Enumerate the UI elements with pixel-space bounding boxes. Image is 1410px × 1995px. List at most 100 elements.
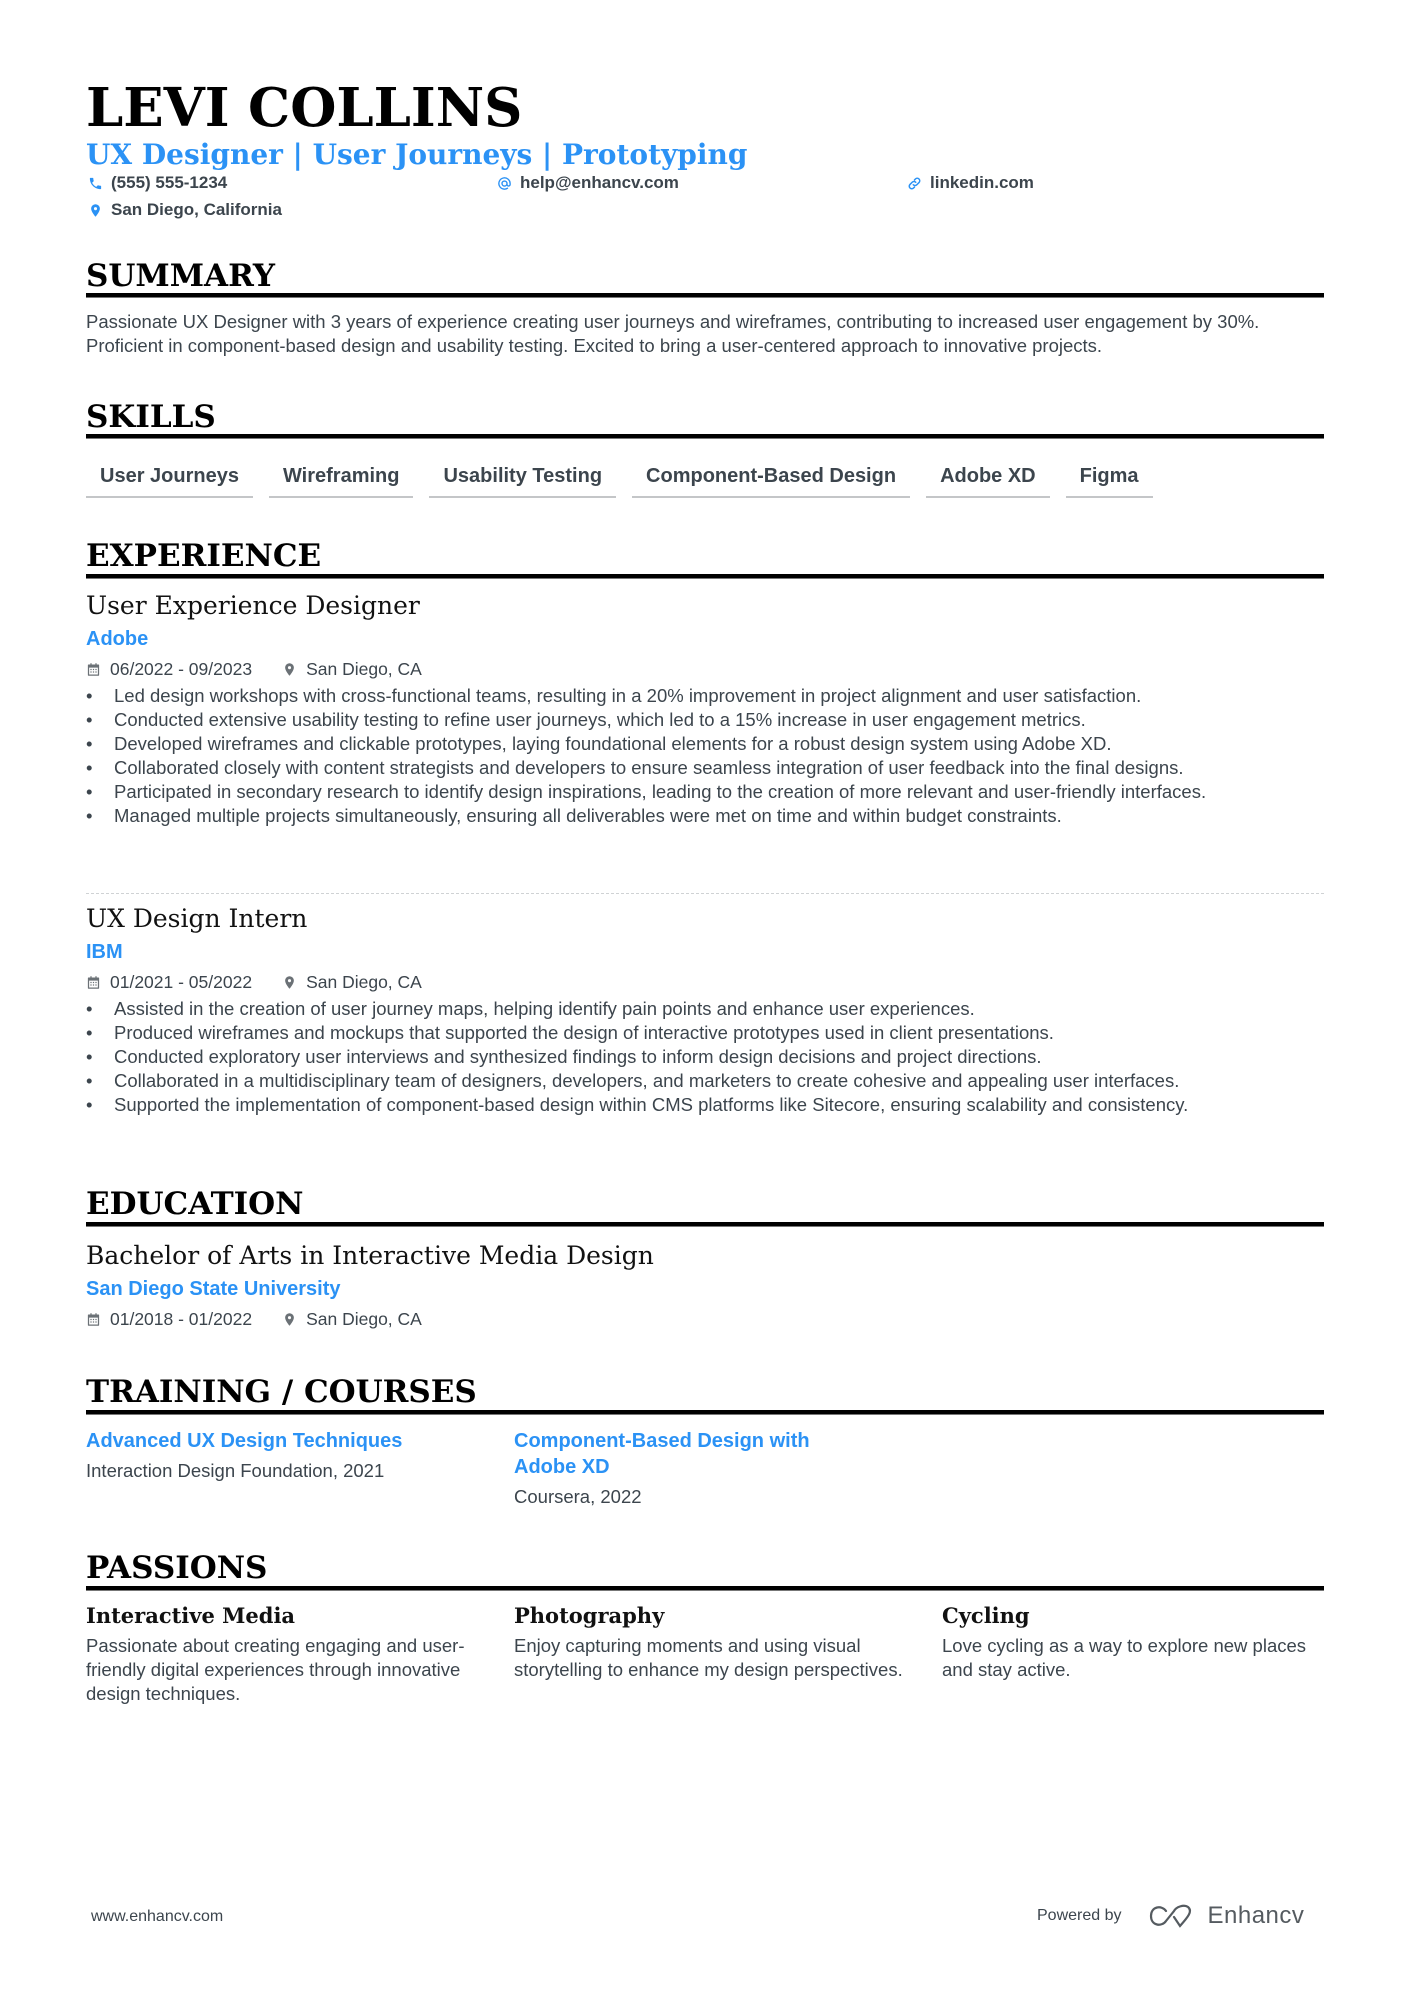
bullet-text: Collaborated closely with content strate… [114,757,1184,778]
passion-entry: Cycling Love cycling as a way to explore… [942,1602,1342,1682]
bullet-text: Assisted in the creation of user journey… [114,998,975,1019]
passion-entry: Interactive Media Passionate about creat… [86,1602,486,1706]
education-entry: Bachelor of Arts in Interactive Media De… [86,1240,1324,1332]
section-rule [86,434,1324,439]
education-location: San Diego, CA [282,1306,422,1332]
location-pin-icon [86,201,104,219]
powered-by-label: Powered by [1037,1907,1122,1924]
bullet-text: Conducted exploratory user interviews an… [114,1046,1042,1067]
job-dates: 01/2021 - 05/2022 [86,969,252,995]
course-detail: Interaction Design Foundation, 2021 [86,1460,385,1481]
section-rule [86,574,1324,579]
calendar-icon [87,975,100,989]
link-icon [905,174,923,192]
education-dates: 01/2018 - 01/2022 [86,1306,252,1332]
bullet-item: • Developed wireframes and clickable prot… [86,733,1112,754]
bullet-text: Managed multiple projects simultaneously… [114,805,1062,826]
section-title-training: TRAINING / COURSES [86,1374,477,1410]
skill-tag: Figma [1065,460,1153,498]
job-bullets: • Led design workshops with cross-functio… [86,684,1324,828]
section-title-skills: SKILLS [86,399,216,435]
section-rule [86,1586,1324,1591]
job-location: San Diego, CA [282,656,422,682]
job-title: User Experience Designer [86,591,420,620]
job-bullets: • Assisted in the creation of user journe… [86,997,1324,1117]
footer-website[interactable]: www.enhancv.com [91,1908,223,1926]
passion-desc: Enjoy capturing moments and using visual… [514,1635,903,1680]
job-location-text: San Diego, CA [306,659,422,679]
enhancv-logo-icon [1149,1904,1191,1928]
company-name[interactable]: IBM [86,937,1324,967]
bullet-text: Produced wireframes and mockups that sup… [114,1022,1054,1043]
bullet-item: • Led design workshops with cross-functio… [86,685,1142,706]
contact-location: San Diego, California [86,199,282,221]
section-title-passions: PASSIONS [86,1550,268,1586]
skill-tag: Component-Based Design [632,460,911,498]
skill-tag: Adobe XD [926,460,1050,498]
section-rule [86,1410,1324,1415]
contact-phone-text: (555) 555-1234 [111,173,228,192]
section-rule [86,1222,1324,1227]
contact-email[interactable]: help@enhancv.com [495,172,679,194]
skill-tag: Wireframing [268,460,414,498]
contact-linkedin-text: linkedin.com [930,173,1034,192]
course-title[interactable]: Component-Based Design with Adobe XD [514,1428,854,1480]
experience-entry: UX Design Intern IBM 01/2021 - 05/2022 S… [86,903,1324,1117]
at-icon [495,174,513,192]
passion-entry: Photography Enjoy capturing moments and … [514,1602,914,1682]
job-location-text: San Diego, CA [306,972,422,992]
contact-email-text: help@enhancv.com [520,173,679,192]
course-entry: Advanced UX Design Techniques Interactio… [86,1428,466,1484]
passion-desc: Passionate about creating engaging and u… [86,1635,465,1704]
bullet-item: • Assisted in the creation of user journe… [86,998,975,1019]
footer-branding[interactable]: Powered by Enhancv [1037,1902,1304,1930]
education-meta: 01/2018 - 01/2022 San Diego, CA [86,1306,1324,1332]
job-meta: 01/2021 - 05/2022 San Diego, CA [86,969,1324,995]
job-title: UX Design Intern [86,904,308,933]
job-location: San Diego, CA [282,969,422,995]
location-pin-icon [285,1312,294,1326]
bullet-item: • Supported the implementation of compone… [86,1094,1189,1115]
section-title-education: EDUCATION [86,1186,304,1222]
bullet-item: • Produced wireframes and mockups that su… [86,1022,1054,1043]
phone-icon [86,174,104,192]
candidate-name: LEVI COLLINS [86,77,523,139]
candidate-headline: UX Designer | User Journeys | Prototypin… [86,138,748,171]
job-meta: 06/2022 - 09/2023 San Diego, CA [86,656,1324,682]
bullet-text: Led design workshops with cross-function… [114,685,1142,706]
section-rule [86,293,1324,298]
experience-entry: User Experience Designer Adobe 06/2022 -… [86,590,1324,828]
job-dates-text: 01/2021 - 05/2022 [110,972,253,992]
course-entry: Component-Based Design with Adobe XD Cou… [514,1428,854,1510]
contact-linkedin[interactable]: linkedin.com [905,172,1034,194]
contact-location-text: San Diego, California [111,200,282,219]
summary-text: Passionate UX Designer with 3 years of e… [86,311,1260,356]
section-title-summary: SUMMARY [86,258,276,294]
location-pin-icon [285,975,294,989]
school-name[interactable]: San Diego State University [86,1274,1324,1304]
section-title-experience: EXPERIENCE [86,538,322,574]
job-dates: 06/2022 - 09/2023 [86,656,252,682]
skill-tag: User Journeys [86,460,253,498]
course-detail: Coursera, 2022 [514,1486,642,1507]
passion-desc: Love cycling as a way to explore new pla… [942,1635,1307,1680]
bullet-item: • Conducted exploratory user interviews a… [86,1046,1042,1067]
contact-phone[interactable]: (555) 555-1234 [86,172,227,194]
bullet-item: • Collaborated closely with content strat… [86,757,1184,778]
bullet-item: • Conducted extensive usability testing t… [86,709,1086,730]
course-title[interactable]: Advanced UX Design Techniques [86,1428,466,1454]
passion-title: Photography [514,1603,665,1628]
calendar-icon [87,1312,100,1326]
bullet-text: Developed wireframes and clickable proto… [114,733,1112,754]
company-name[interactable]: Adobe [86,624,1324,654]
calendar-icon [87,662,100,676]
brand-name: Enhancv [1207,1902,1305,1929]
bullet-item: • Managed multiple projects simultaneousl… [86,805,1062,826]
location-pin-icon [285,662,294,676]
degree-title: Bachelor of Arts in Interactive Media De… [86,1241,654,1270]
passion-title: Interactive Media [86,1603,296,1628]
job-dates-text: 06/2022 - 09/2023 [110,659,253,679]
entry-separator [86,893,1324,894]
education-location-text: San Diego, CA [306,1309,422,1329]
bullet-text: Conducted extensive usability testing to… [114,709,1086,730]
